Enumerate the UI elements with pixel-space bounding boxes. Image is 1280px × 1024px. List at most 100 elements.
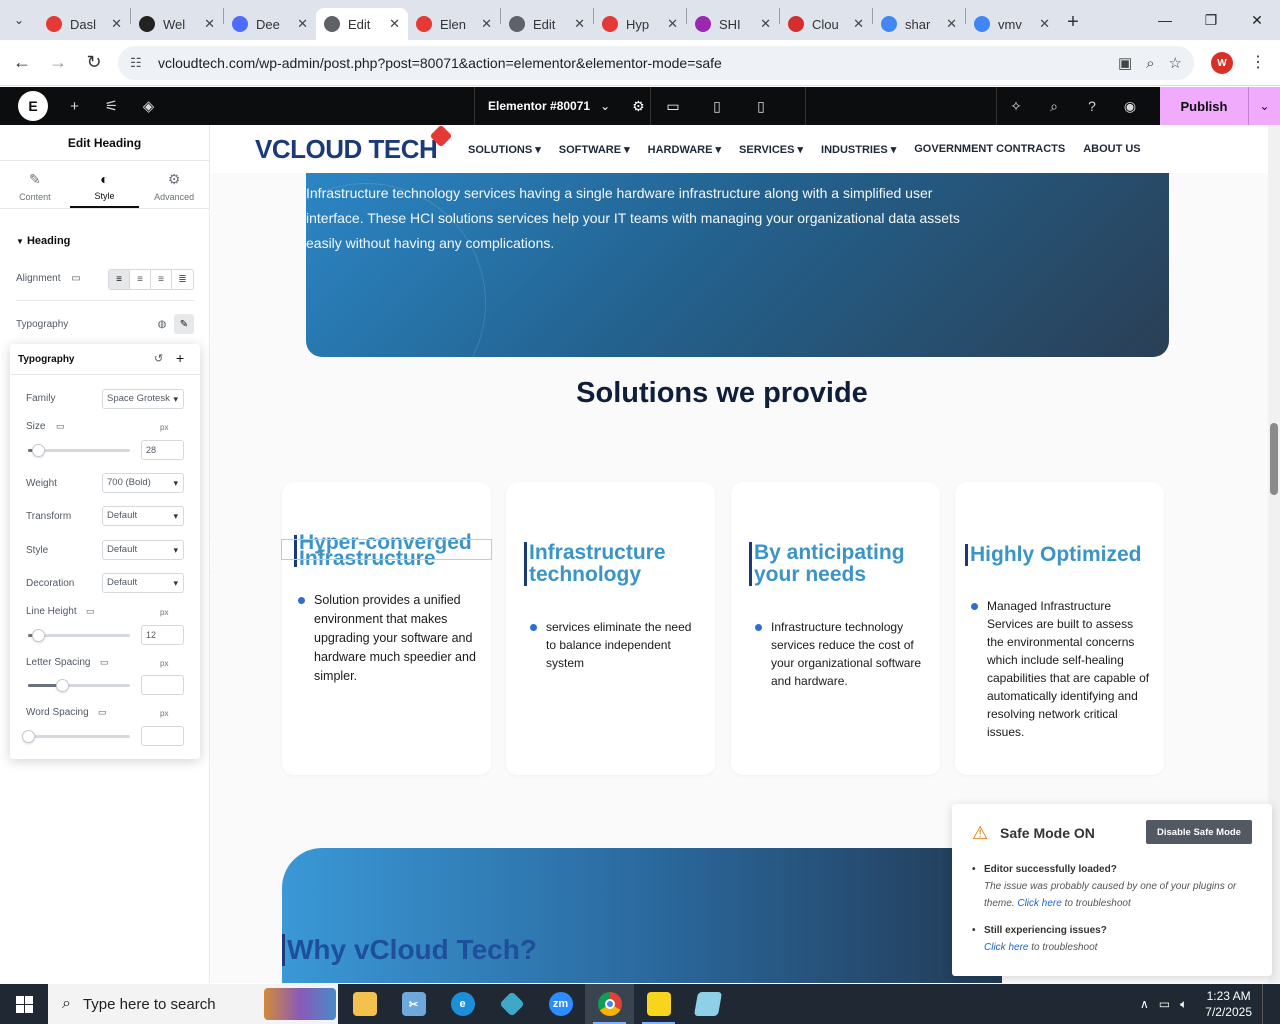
vpn-app[interactable] xyxy=(487,984,536,1024)
browser-tab[interactable]: Edit ✕ xyxy=(316,8,408,40)
file-explorer-app[interactable] xyxy=(340,984,389,1024)
reload-icon[interactable]: ↻ xyxy=(76,52,112,73)
slider-handle[interactable] xyxy=(32,444,45,457)
word-spacing-unit-select[interactable]: px xyxy=(160,709,168,718)
global-icon[interactable]: ◍ xyxy=(152,314,172,334)
tab-style[interactable]: ◐ Style xyxy=(69,161,140,208)
tab-close-icon[interactable]: ✕ xyxy=(853,16,864,32)
letter-spacing-responsive-icon[interactable]: ▭ xyxy=(100,657,109,668)
help-icon[interactable]: ? xyxy=(1073,98,1111,114)
tab-search-chevron-icon[interactable]: ⌄ xyxy=(0,0,38,40)
line-height-unit-select[interactable]: px xyxy=(160,608,168,617)
word-spacing-input[interactable] xyxy=(141,726,184,746)
slider-handle[interactable] xyxy=(56,679,69,692)
decoration-select[interactable]: Default xyxy=(102,573,184,593)
publish-button[interactable]: Publish xyxy=(1160,87,1248,125)
tab-close-icon[interactable]: ✕ xyxy=(481,16,492,32)
why-heading[interactable]: Why vCloud Tech? xyxy=(282,934,537,966)
site-nav-item[interactable]: GOVERNMENT CONTRACTS xyxy=(914,143,1065,156)
tab-close-icon[interactable]: ✕ xyxy=(667,16,678,32)
troubleshoot-link-1[interactable]: Click here xyxy=(1017,898,1061,909)
browser-tab[interactable]: Dee ✕ xyxy=(224,8,316,40)
notepad-app[interactable] xyxy=(683,984,732,1024)
site-nav-item[interactable]: SOLUTIONS ▾ xyxy=(468,143,541,156)
weight-select[interactable]: 700 (Bold) xyxy=(102,473,184,493)
tab-content[interactable]: ✎ Content xyxy=(0,161,70,208)
mobile-device-icon[interactable]: ▯ xyxy=(739,98,783,115)
add-element-plus-icon[interactable]: + xyxy=(56,98,93,115)
add-global-plus-icon[interactable]: + xyxy=(176,350,184,366)
browser-tab[interactable]: Hyp ✕ xyxy=(594,8,686,40)
tab-close-icon[interactable]: ✕ xyxy=(111,16,122,32)
scrollbar-thumb[interactable] xyxy=(1270,423,1278,495)
card-heading[interactable]: Highly Optimized xyxy=(965,544,1142,566)
desktop-device-icon[interactable]: ▭ xyxy=(651,98,695,115)
back-arrow-icon[interactable]: ← xyxy=(4,52,40,73)
size-responsive-icon[interactable]: ▭ xyxy=(56,421,65,432)
site-nav-item[interactable]: INDUSTRIES ▾ xyxy=(821,143,896,156)
letter-spacing-unit-select[interactable]: px xyxy=(160,659,168,668)
bookmark-star-icon[interactable]: ☆ xyxy=(1169,54,1182,72)
browser-tab[interactable]: Dasl ✕ xyxy=(38,8,130,40)
site-nav-item[interactable]: SERVICES ▾ xyxy=(739,143,803,156)
size-unit-select[interactable]: px xyxy=(160,423,168,432)
letter-spacing-input[interactable] xyxy=(141,675,184,695)
site-settings-sliders-icon[interactable]: ⚟ xyxy=(93,97,130,115)
align-center-icon[interactable]: ≡ xyxy=(130,270,151,289)
volume-icon[interactable]: 🔈︎ xyxy=(1180,997,1187,1012)
size-input[interactable]: 28 xyxy=(141,440,184,460)
tab-close-icon[interactable]: ✕ xyxy=(297,16,308,32)
align-left-icon[interactable]: ≡ xyxy=(109,270,130,289)
chrome-app[interactable] xyxy=(585,984,634,1024)
site-nav-item[interactable]: HARDWARE ▾ xyxy=(648,143,721,156)
browser-tab[interactable]: vmv ✕ xyxy=(966,8,1058,40)
letter-spacing-slider[interactable] xyxy=(28,679,130,692)
site-nav-item[interactable]: SOFTWARE ▾ xyxy=(559,143,630,156)
document-title-dropdown[interactable]: Elementor #80071 ⌄ ⚙ xyxy=(474,87,650,125)
disable-safe-mode-button[interactable]: Disable Safe Mode xyxy=(1146,820,1252,844)
edit-pencil-icon[interactable]: ✎ xyxy=(174,314,194,334)
card-heading[interactable]: By anticipating your needs xyxy=(749,542,940,586)
tab-close-icon[interactable]: ✕ xyxy=(1039,16,1050,32)
browser-tab[interactable]: SHI ✕ xyxy=(687,8,779,40)
heading-section-toggle[interactable]: ▼ Heading xyxy=(16,235,70,247)
publish-options-chevron-icon[interactable]: ⌄ xyxy=(1248,87,1280,125)
page-settings-gear-icon[interactable]: ⚙ xyxy=(632,98,645,115)
align-justify-icon[interactable]: ≣ xyxy=(172,270,193,289)
restore-icon[interactable]: ❐ xyxy=(1188,0,1234,40)
align-right-icon[interactable]: ≡ xyxy=(151,270,172,289)
profile-avatar[interactable]: W xyxy=(1211,52,1233,74)
start-button[interactable] xyxy=(0,984,48,1024)
network-icon[interactable]: ▭ xyxy=(1159,997,1170,1011)
transform-select[interactable]: Default xyxy=(102,506,184,526)
taskbar-search[interactable]: ⌕ Type here to search xyxy=(48,984,338,1024)
browser-tab[interactable]: Edit ✕ xyxy=(501,8,593,40)
tab-close-icon[interactable]: ✕ xyxy=(760,16,771,32)
word-spacing-responsive-icon[interactable]: ▭ xyxy=(98,707,107,718)
preview-eye-icon[interactable]: ◉ xyxy=(1111,98,1149,115)
line-height-responsive-icon[interactable]: ▭ xyxy=(86,606,95,617)
line-height-input[interactable]: 12 xyxy=(141,625,184,645)
site-nav-item[interactable]: ABOUT US xyxy=(1083,143,1140,156)
elementor-logo-icon[interactable]: E xyxy=(18,91,48,121)
card-heading[interactable]: Infrastructure technology xyxy=(524,542,715,586)
tab-close-icon[interactable]: ✕ xyxy=(204,16,215,32)
responsive-desktop-icon[interactable]: ▭ xyxy=(71,273,80,284)
tab-close-icon[interactable]: ✕ xyxy=(574,16,585,32)
browser-tab[interactable]: Clou ✕ xyxy=(780,8,872,40)
edge-app[interactable]: e xyxy=(438,984,487,1024)
tab-advanced[interactable]: ⚙ Advanced xyxy=(139,161,209,208)
tab-close-icon[interactable]: ✕ xyxy=(946,16,957,32)
finder-search-icon[interactable]: ⌕ xyxy=(1035,98,1073,115)
show-hidden-icons-chevron-icon[interactable]: ∧ xyxy=(1140,997,1149,1011)
sticky-notes-app[interactable] xyxy=(634,984,683,1024)
camera-blocked-icon[interactable]: ▣ xyxy=(1118,54,1132,72)
slider-handle[interactable] xyxy=(32,629,45,642)
site-info-icon[interactable]: ☷ xyxy=(130,55,148,71)
tablet-device-icon[interactable]: ▯ xyxy=(695,98,739,115)
line-height-slider[interactable] xyxy=(28,629,130,642)
site-logo[interactable]: VCLOUD TECH xyxy=(255,134,438,165)
structure-layers-icon[interactable]: ◈ xyxy=(130,97,167,115)
browser-tab[interactable]: shar ✕ xyxy=(873,8,965,40)
minimize-icon[interactable]: — xyxy=(1142,0,1188,40)
